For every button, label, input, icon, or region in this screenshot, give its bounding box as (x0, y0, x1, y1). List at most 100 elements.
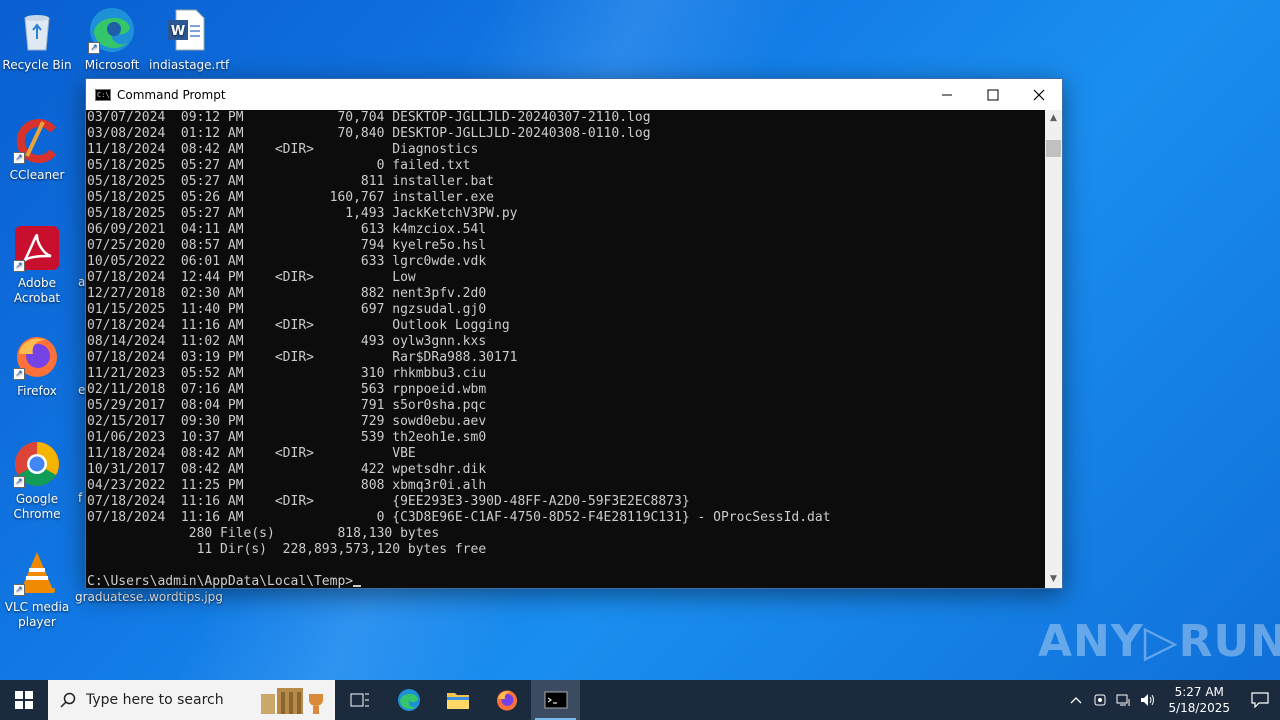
window-title: Command Prompt (117, 87, 226, 102)
desktop-icon-label: Microsoft Edge (84, 58, 140, 74)
taskbar-file-explorer[interactable] (433, 680, 482, 720)
notification-icon (1251, 692, 1269, 708)
console-line: 03/07/2024 09:12 PM 70,704 DESKTOP-JGLLJ… (87, 110, 651, 125)
text-cursor (353, 585, 362, 587)
desktop-icon-recycle-bin[interactable]: Recycle Bin (0, 6, 74, 73)
console-line: 01/06/2023 10:37 AM 539 th2eoh1e.sm0 (87, 430, 487, 445)
shortcut-arrow-icon: ↗ (13, 584, 25, 596)
desktop-icon-graduatese[interactable]: graduatese... (75, 590, 155, 605)
anyrun-watermark: ANY▷RUN (1038, 615, 1280, 667)
task-view-icon (350, 693, 369, 707)
desktop-icon-label: graduatese... (75, 590, 155, 604)
console-line: 11/18/2024 08:42 AM <DIR> VBE (87, 446, 416, 461)
maximize-button[interactable] (970, 79, 1016, 110)
task-view-button[interactable] (335, 680, 384, 720)
console-output[interactable]: 03/07/2024 09:12 PM 70,704 DESKTOP-JGLLJ… (86, 110, 1045, 588)
firefox-icon: ↗ (13, 332, 61, 380)
cmd-icon (544, 691, 567, 709)
close-button[interactable] (1016, 79, 1062, 110)
folder-icon (446, 693, 469, 709)
console-line: 05/18/2025 05:27 AM 1,493 JackKetchV3PW.… (87, 206, 518, 221)
desktop-icon-indiastage-rtf[interactable]: W indiastage.rtf (149, 6, 229, 73)
start-button[interactable] (0, 680, 48, 720)
device-icon (1094, 694, 1106, 706)
console-line: 07/18/2024 11:16 AM <DIR> Outlook Loggin… (87, 318, 510, 333)
console-line: 01/15/2025 11:40 PM 697 ngzsudal.gj0 (87, 302, 487, 317)
desktop-icon-label: CCleaner (9, 168, 65, 182)
console-line: 05/18/2025 05:26 AM 160,767 installer.ex… (87, 190, 494, 205)
minimize-icon (942, 94, 952, 95)
shortcut-arrow-icon: ↗ (13, 476, 25, 488)
scroll-thumb[interactable] (1046, 140, 1061, 157)
scroll-up-button[interactable]: ▲ (1045, 110, 1062, 127)
console-line: 07/25/2020 08:57 AM 794 kyelre5o.hsl (87, 238, 487, 253)
console-line: 07/18/2024 03:19 PM <DIR> Rar$DRa988.301… (87, 350, 518, 365)
tray-device-button[interactable] (1088, 680, 1112, 720)
clock-date: 5/18/2025 (1168, 701, 1230, 715)
taskbar-command-prompt[interactable] (531, 680, 580, 720)
firefox-icon (496, 690, 517, 711)
chrome-icon: ↗ (13, 440, 61, 488)
svg-text:W: W (171, 24, 185, 39)
close-icon (1033, 89, 1045, 100)
taskbar: Type here to search 5:27 AM 5/18/2025 (0, 680, 1280, 720)
ccleaner-icon: ↗ (13, 116, 61, 164)
desktop-icon-label: indiastage.rtf (149, 58, 230, 72)
console-line: 06/09/2021 04:11 AM 613 k4mzciox.54l (87, 222, 487, 237)
console-line: 02/15/2017 09:30 PM 729 sowd0ebu.aev (87, 414, 487, 429)
command-prompt-window[interactable]: C:\ Command Prompt 03/07/2024 09:12 PM 7… (85, 78, 1063, 589)
shortcut-arrow-icon: ↗ (13, 368, 25, 380)
volume-button[interactable] (1136, 680, 1160, 720)
console-line: 11/18/2024 08:42 AM <DIR> Diagnostics (87, 142, 479, 157)
console-line: 07/18/2024 12:44 PM <DIR> Low (87, 270, 416, 285)
desktop-icon-firefox[interactable]: ↗ Firefox (0, 332, 74, 399)
partial-desktop-label: f (78, 491, 83, 505)
desktop-icon-adobe-acrobat[interactable]: ↗ Adobe Acrobat (0, 224, 74, 306)
search-icon (60, 692, 76, 708)
maximize-icon (987, 89, 999, 100)
console-line: 04/23/2022 11:25 PM 808 xbmq3r0i.alh (87, 478, 487, 493)
vertical-scrollbar[interactable]: ▲ ▼ (1045, 110, 1062, 588)
desktop-icon-label: Adobe Acrobat (13, 276, 61, 305)
edge-icon: ↗ (88, 6, 136, 54)
desktop-icon-vlc[interactable]: ↗ VLC media player (0, 548, 74, 630)
console-line: 11/21/2023 05:52 AM 310 rhkmbbu3.ciu (87, 366, 487, 381)
desktop-icon-edge[interactable]: ↗ Microsoft Edge (75, 6, 149, 74)
action-center-button[interactable] (1240, 680, 1280, 720)
console-line: 05/29/2017 08:04 PM 791 s5or0sha.pqc (87, 398, 487, 413)
windows-logo-icon (15, 691, 33, 709)
network-icon (1116, 694, 1130, 706)
speaker-icon (1141, 694, 1155, 706)
console-line: 05/18/2025 05:27 AM 0 failed.txt (87, 158, 471, 173)
system-tray: 5:27 AM 5/18/2025 (1064, 680, 1280, 720)
show-hidden-icons-button[interactable] (1064, 680, 1088, 720)
minimize-button[interactable] (924, 79, 970, 110)
taskbar-edge[interactable] (384, 680, 433, 720)
console-line: 02/11/2018 07:16 AM 563 rpnpoeid.wbm (87, 382, 487, 397)
console-line: 11 Dir(s) 228,893,573,120 bytes free (87, 542, 487, 557)
console-line: 280 File(s) 818,130 bytes (87, 526, 440, 541)
clock-time: 5:27 AM (1174, 685, 1224, 699)
window-controls (924, 79, 1062, 110)
recycle-bin-icon (13, 6, 61, 54)
edge-icon (397, 689, 420, 711)
console-line: 10/31/2017 08:42 AM 422 wpetsdhr.dik (87, 462, 487, 477)
scroll-down-button[interactable]: ▼ (1045, 571, 1062, 588)
desktop-icon-ccleaner[interactable]: ↗ CCleaner (0, 116, 74, 183)
window-titlebar[interactable]: C:\ Command Prompt (86, 79, 1062, 110)
desktop-icon-label: VLC media player (4, 600, 70, 629)
console-line: 07/18/2024 11:16 AM 0 {C3D8E96E-C1AF-475… (87, 510, 831, 525)
taskbar-search-box[interactable]: Type here to search (48, 680, 335, 720)
desktop-icon-google-chrome[interactable]: ↗ Google Chrome (0, 440, 74, 522)
taskbar-firefox[interactable] (482, 680, 531, 720)
console-line: 05/18/2025 05:27 AM 811 installer.bat (87, 174, 494, 189)
desktop-icon-label: Firefox (17, 384, 57, 398)
desktop-icon-wordtips-jpg[interactable]: wordtips.jpg (149, 590, 223, 605)
taskbar-clock[interactable]: 5:27 AM 5/18/2025 (1168, 684, 1230, 716)
console-line: C:\Users\admin\AppData\Local\Temp> (87, 574, 1045, 588)
search-highlight-icon (261, 688, 323, 714)
shortcut-arrow-icon: ↗ (88, 42, 100, 54)
network-button[interactable] (1112, 680, 1136, 720)
console-line: 07/18/2024 11:16 AM <DIR> {9EE293E3-390D… (87, 494, 690, 509)
